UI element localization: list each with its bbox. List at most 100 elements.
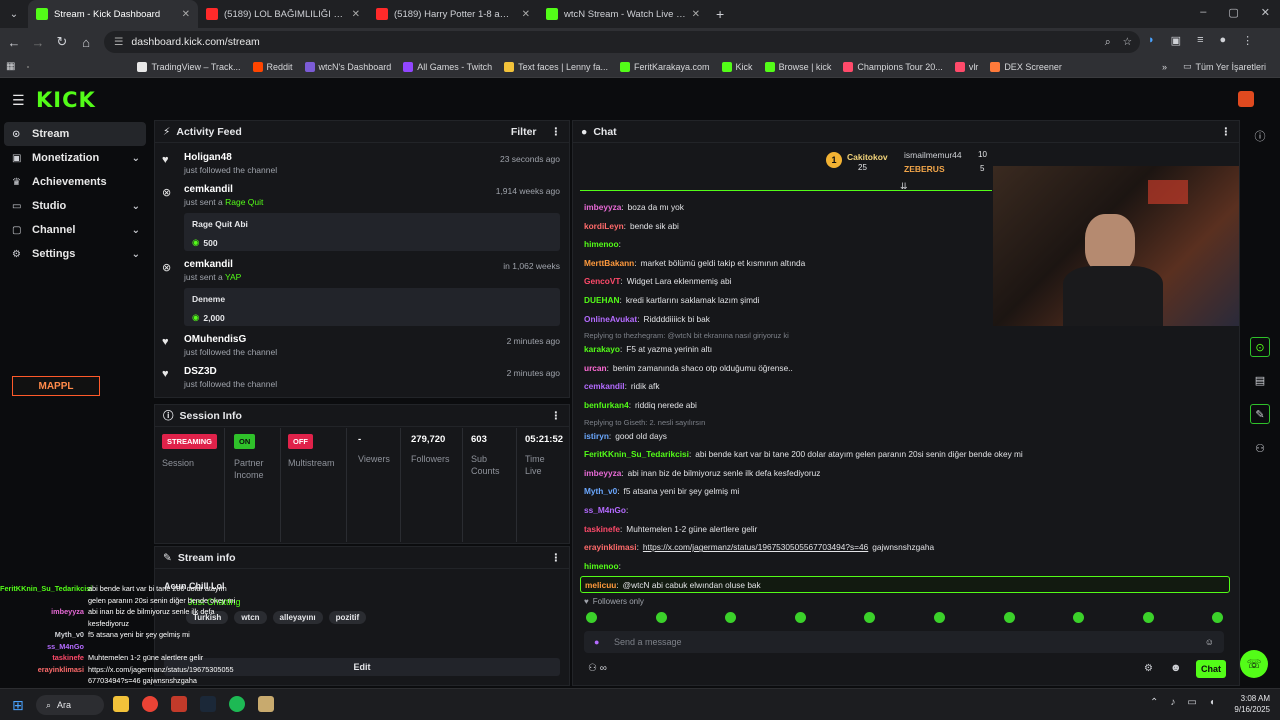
- emote-icon[interactable]: [934, 612, 945, 623]
- bookmark-item[interactable]: Champions Tour 20...: [843, 61, 943, 72]
- chrome-icon[interactable]: [142, 696, 158, 712]
- profile-avatar[interactable]: ●: [1219, 34, 1226, 47]
- sidebar-item-settings[interactable]: ⚙ Settings ⌄: [0, 242, 150, 266]
- all-bookmarks-folder[interactable]: ▭ Tüm Yer İşaretleri: [1183, 61, 1266, 72]
- chat-username[interactable]: cemkandil: [584, 381, 625, 391]
- sidebar-item-monetization[interactable]: ▣ Monetization ⌄: [0, 146, 150, 170]
- filter-button[interactable]: Filter: [511, 126, 537, 138]
- browser-tab[interactable]: (5189) Harry Potter 1-8 ama Tw ✕: [368, 0, 538, 28]
- chevron-down-icon[interactable]: ⌄: [132, 249, 140, 260]
- support-chat-icon[interactable]: ☏: [1240, 650, 1268, 678]
- bookmark-item[interactable]: wtcN's Dashboard: [304, 61, 391, 72]
- chat-username[interactable]: himenoo: [584, 561, 619, 571]
- chat-username[interactable]: Myth_v0: [584, 486, 617, 496]
- emote-icon[interactable]: [1142, 612, 1154, 623]
- network-icon[interactable]: ▭: [1187, 697, 1196, 708]
- activity-menu-icon[interactable]: ⋮: [551, 126, 562, 138]
- forward-icon[interactable]: →: [26, 35, 50, 50]
- chat-username[interactable]: OnlineAvukat: [584, 314, 637, 324]
- chat-username[interactable]: kordiLeyn: [584, 221, 624, 231]
- close-tab-icon[interactable]: ✕: [522, 9, 530, 20]
- maximize-icon[interactable]: ▢: [1228, 6, 1238, 19]
- layout-rail-icon[interactable]: ▤: [1250, 370, 1270, 390]
- taskbar-search[interactable]: ⌕ Ara: [36, 695, 104, 715]
- info-circle-icon[interactable]: ⓘ: [1250, 126, 1270, 146]
- home-icon[interactable]: ⌂: [74, 35, 98, 50]
- steam-icon[interactable]: [200, 696, 216, 712]
- close-tab-icon[interactable]: ✕: [352, 9, 360, 20]
- multistream-stat[interactable]: OFF Multistream: [288, 434, 335, 469]
- bookmark-item[interactable]: FeritKarakaya.com: [620, 61, 710, 72]
- user-avatar[interactable]: [1238, 91, 1254, 107]
- emoji-icon[interactable]: ☺: [1205, 637, 1214, 647]
- system-clock[interactable]: 3:08 AM 9/16/2025: [1226, 693, 1270, 715]
- leader-name[interactable]: Cakitokov: [847, 152, 888, 162]
- chat-menu-icon[interactable]: ⋮: [1221, 126, 1232, 138]
- bookmark-item[interactable]: Text faces | Lenny fa...: [504, 61, 608, 72]
- tray-chevron-icon[interactable]: ⌃: [1150, 697, 1158, 708]
- browser-tab[interactable]: wtcN Stream - Watch Live on Ki ✕: [538, 0, 708, 28]
- minimize-icon[interactable]: –: [1200, 6, 1206, 19]
- emote-icon[interactable]: [794, 612, 806, 623]
- chevron-down-icon[interactable]: ⌄: [132, 153, 140, 164]
- browser-menu-icon[interactable]: ⋮: [1242, 34, 1253, 47]
- chat-username[interactable]: FeritKKnin_Su_Tedarikcisi: [584, 449, 689, 459]
- sidebar-item-stream[interactable]: ⊙ Stream: [4, 122, 146, 146]
- broadcast-rail-icon[interactable]: ⊙: [1250, 337, 1270, 357]
- chat-username[interactable]: erayinklimasi: [584, 542, 637, 552]
- bookmark-item[interactable]: Browse | kick: [764, 61, 831, 72]
- extension-icon[interactable]: ◗: [1148, 34, 1155, 47]
- share-rail-icon[interactable]: ⚇: [1250, 438, 1270, 458]
- chevron-down-icon[interactable]: ⌄: [132, 201, 140, 212]
- hamburger-menu-icon[interactable]: ☰: [12, 92, 25, 109]
- chat-settings-icon[interactable]: ⚙: [1144, 663, 1153, 674]
- site-info-icon[interactable]: ☰: [114, 36, 123, 48]
- mic-icon[interactable]: ●: [594, 637, 599, 647]
- file-explorer-icon[interactable]: [113, 696, 129, 712]
- bookmarks-overflow-icon[interactable]: »: [1162, 62, 1167, 72]
- bookmark-item[interactable]: vlr: [954, 61, 978, 72]
- chat-username[interactable]: ss_M4nGo: [584, 505, 626, 515]
- chat-username[interactable]: imbeyyza: [584, 468, 621, 478]
- new-tab-button[interactable]: +: [708, 6, 724, 22]
- x-bookmark-icon[interactable]: [27, 65, 30, 68]
- browser-tab[interactable]: (5189) LOL BAĞIMLILIĞI 1.5 - Yo ✕: [198, 0, 368, 28]
- reload-icon[interactable]: ↻: [50, 34, 74, 50]
- chat-username[interactable]: himenoo: [584, 239, 619, 249]
- windows-start-icon[interactable]: ⊞: [12, 697, 24, 714]
- partner-income-stat[interactable]: ON Partner Income: [234, 434, 274, 481]
- chat-username[interactable]: GencoVT: [584, 276, 620, 286]
- league-icon[interactable]: [258, 696, 274, 712]
- address-bar[interactable]: ☰ dashboard.kick.com/stream ⌕ ☆: [104, 31, 1140, 53]
- emote-icon[interactable]: [1003, 612, 1015, 623]
- sidebar-item-studio[interactable]: ▭ Studio ⌄: [0, 194, 150, 218]
- emote-icon[interactable]: [586, 612, 597, 623]
- obs-icon[interactable]: [171, 696, 187, 712]
- bookmark-item[interactable]: All Games - Twitch: [403, 61, 492, 72]
- leader-name[interactable]: ismailmemur44: [904, 150, 962, 160]
- activity-username[interactable]: DSZ3D: [184, 366, 560, 377]
- bookmark-item[interactable]: Kick: [721, 61, 753, 72]
- spotify-icon[interactable]: [229, 696, 245, 712]
- chat-username[interactable]: taskinefe: [584, 524, 620, 534]
- browser-tab[interactable]: Stream - Kick Dashboard ✕: [28, 0, 198, 28]
- bookmark-star-icon[interactable]: ☆: [1123, 36, 1132, 49]
- apps-icon[interactable]: ▦: [6, 61, 15, 72]
- back-icon[interactable]: ←: [2, 35, 26, 50]
- session-menu-icon[interactable]: ⋮: [551, 410, 562, 422]
- volume-icon[interactable]: ◖: [1209, 697, 1215, 708]
- bookmark-item[interactable]: TradingView – Track...: [137, 61, 241, 72]
- zoom-icon[interactable]: ⌕: [1105, 36, 1111, 49]
- chat-username[interactable]: karakayo: [584, 344, 620, 354]
- chat-username[interactable]: urcan: [584, 363, 607, 373]
- stream-tag[interactable]: alleyayını: [272, 611, 323, 624]
- bookmark-item[interactable]: DEX Screener: [990, 61, 1062, 72]
- kick-logo[interactable]: KICK: [36, 88, 96, 112]
- microphone-icon[interactable]: ♪: [1170, 697, 1175, 708]
- bookmark-item[interactable]: Reddit: [252, 61, 293, 72]
- media-icon[interactable]: ≡: [1197, 34, 1203, 47]
- chat-tools-icon[interactable]: ⚇ ∞: [588, 663, 607, 674]
- chat-username[interactable]: MerttBakann: [584, 258, 634, 268]
- chat-message-input[interactable]: ● Send a message ☺: [584, 631, 1224, 653]
- tools-rail-icon[interactable]: ✎: [1250, 404, 1270, 424]
